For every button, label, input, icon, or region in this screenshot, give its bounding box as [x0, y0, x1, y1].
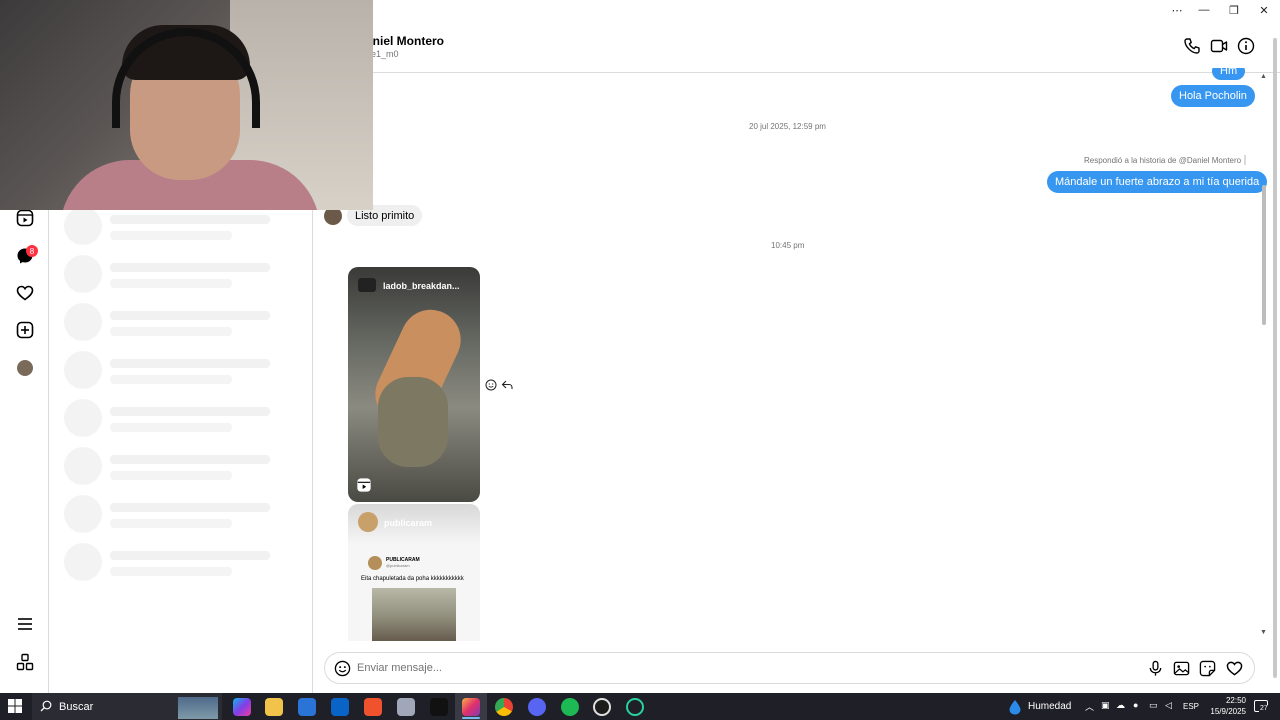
notification-count: 27: [1259, 705, 1269, 712]
discord-icon[interactable]: [528, 698, 546, 716]
microsoft-store-icon[interactable]: [298, 698, 316, 716]
chevron-up-icon[interactable]: ︿: [1085, 700, 1094, 713]
search-icon: [40, 700, 52, 712]
message-composer: [324, 652, 1255, 684]
obs-icon[interactable]: [593, 698, 611, 716]
story-reply-bar: [1244, 155, 1246, 165]
time-separator: 10:45 pm: [771, 241, 805, 250]
minimize-button[interactable]: —: [1196, 3, 1212, 17]
meta-apps-icon[interactable]: [13, 650, 37, 674]
reel-account-name[interactable]: ladob_breakdan...: [383, 281, 460, 291]
window-scrollbar[interactable]: [1270, 26, 1280, 692]
message-input[interactable]: [357, 659, 1057, 677]
tiktok-icon[interactable]: [430, 698, 448, 716]
sticker-icon[interactable]: [1199, 660, 1217, 678]
profile-avatar[interactable]: [17, 360, 33, 376]
clock-time[interactable]: 22:50: [1206, 696, 1246, 705]
active-indicator: [462, 717, 480, 719]
conversation-skeleton: [64, 255, 304, 295]
restore-button[interactable]: ❐: [1226, 3, 1242, 17]
language-indicator[interactable]: ESP: [1183, 702, 1199, 711]
instagram-icon[interactable]: [462, 698, 480, 716]
chrome-icon[interactable]: [495, 698, 513, 716]
notification-badge: 8: [26, 245, 38, 257]
more-options-icon[interactable]: ⋯: [1169, 3, 1185, 17]
conversation-skeleton: [64, 447, 304, 487]
post-image: [372, 588, 456, 641]
file-explorer-icon[interactable]: [265, 698, 283, 716]
outgoing-message[interactable]: Mándale un fuerte abrazo a mi tía querid…: [1047, 171, 1268, 193]
post-inner-avatar: [368, 556, 382, 570]
app-icon[interactable]: [397, 698, 415, 716]
microphone-icon[interactable]: [1147, 660, 1165, 678]
taskbar-search[interactable]: Buscar: [32, 693, 222, 720]
microphone-tray-icon[interactable]: ●: [1133, 700, 1138, 710]
emoji-icon[interactable]: [334, 660, 352, 678]
search-highlight-image: [178, 697, 218, 719]
menu-icon[interactable]: [13, 612, 37, 636]
post-caption: Eita chapuletada da poha kkkkkkkkkkk: [361, 576, 464, 582]
volume-icon[interactable]: ◁: [1165, 700, 1172, 711]
conversation-skeleton: [64, 495, 304, 535]
like-heart-icon[interactable]: [1226, 660, 1244, 678]
conversation-skeleton: [64, 543, 304, 583]
contact-name[interactable]: aniel Montero: [366, 34, 444, 48]
humidity-icon: [1008, 699, 1022, 715]
image-icon[interactable]: [1173, 660, 1191, 678]
conversation-skeleton: [64, 351, 304, 391]
chat-scrollbar[interactable]: ▲ ▼: [1260, 73, 1268, 641]
search-label: Buscar: [59, 701, 94, 713]
copilot-icon[interactable]: [233, 698, 251, 716]
onedrive-icon[interactable]: ☁: [1116, 700, 1125, 711]
network-icon[interactable]: ▭: [1149, 700, 1158, 711]
reply-icon[interactable]: [501, 378, 514, 391]
weather-label[interactable]: Humedad: [1028, 701, 1071, 712]
outlook-icon[interactable]: [331, 698, 349, 716]
windows-start-icon[interactable]: [8, 699, 24, 715]
video-call-icon[interactable]: [1210, 37, 1230, 57]
app-icon[interactable]: [626, 698, 644, 716]
create-icon[interactable]: [13, 318, 37, 342]
spotify-icon[interactable]: [561, 698, 579, 716]
webcam-overlay: [0, 0, 373, 210]
info-icon[interactable]: [1237, 37, 1257, 57]
date-separator: 20 jul 2025, 12:59 pm: [749, 122, 826, 131]
heart-icon[interactable]: [13, 281, 37, 305]
clock-date[interactable]: 15/9/2025: [1200, 707, 1246, 716]
react-emoji-icon[interactable]: [485, 378, 498, 391]
scroll-down-icon[interactable]: ▼: [1260, 629, 1267, 636]
reel-account-avatar: [358, 278, 376, 292]
brave-icon[interactable]: [364, 698, 382, 716]
windows-taskbar: Buscar Humedad ︿ ▣ ☁ ● ▭ ◁ ESP 22:50 15/…: [0, 693, 1280, 720]
scroll-up-icon[interactable]: ▲: [1260, 73, 1267, 80]
instagram-app-window: 8 aniel Montero 1e1_m0 ⋯ — ❐ ✕ Hm Hola P…: [0, 0, 1280, 693]
shared-reel[interactable]: ladob_breakdan...: [348, 267, 480, 502]
conversation-skeleton: [64, 303, 304, 343]
conversation-skeleton: [64, 207, 304, 247]
conversation-skeleton: [64, 399, 304, 439]
post-account-name[interactable]: publicaram: [384, 518, 432, 528]
post-account-avatar: [358, 512, 378, 532]
story-reply-note: Respondió a la historia de @Daniel Monte…: [1084, 156, 1242, 165]
chat-header: aniel Montero 1e1_m0: [313, 0, 1280, 73]
tray-app-icon[interactable]: ▣: [1101, 700, 1110, 711]
close-button[interactable]: ✕: [1256, 3, 1272, 17]
shared-post[interactable]: publicaram PUBLICARAM @publicaram Eita c…: [348, 504, 480, 641]
scroll-thumb[interactable]: [1262, 185, 1266, 325]
reels-icon: [356, 477, 372, 493]
phone-icon[interactable]: [1183, 37, 1203, 57]
post-inner-username: @publicaram: [386, 563, 410, 568]
outgoing-message[interactable]: Hola Pocholin: [1171, 85, 1255, 107]
